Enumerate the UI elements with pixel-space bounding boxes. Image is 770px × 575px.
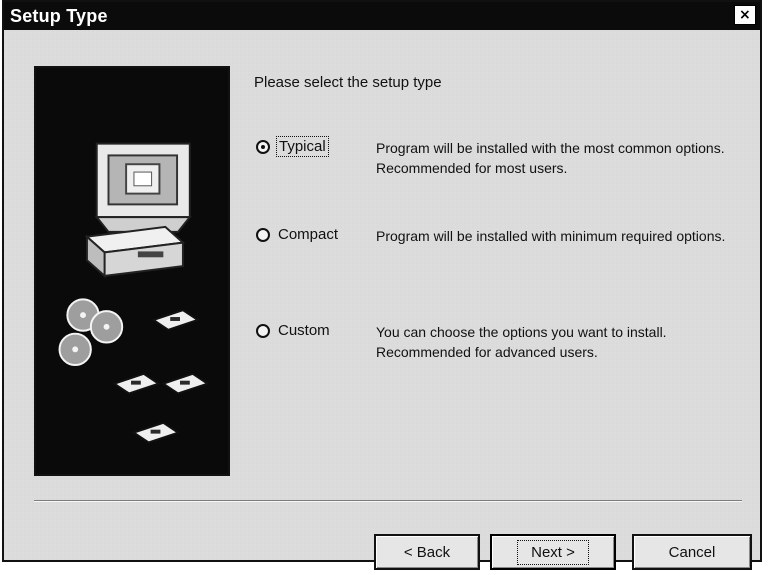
compact-label[interactable]: Compact [278,226,338,243]
option-compact[interactable]: Compact Program will be installed with m… [256,226,756,280]
option-typical[interactable]: Typical Program will be installed with t… [256,136,756,192]
option-custom[interactable]: Custom You can choose the options you wa… [256,322,756,376]
next-button[interactable]: Next > [490,534,616,570]
compact-radio[interactable] [256,228,270,242]
back-button[interactable]: < Back [374,534,480,570]
typical-description: Program will be installed with the most … [376,140,725,176]
computer-and-disks-icon [36,70,228,472]
typical-label[interactable]: Typical [276,136,329,157]
cancel-button[interactable]: Cancel [632,534,752,570]
setup-type-prompt: Please select the setup type [254,74,442,91]
cancel-button-label: Cancel [668,543,716,561]
dialog-titlebar: Setup Type × [4,2,760,30]
back-button-label: < Back [403,543,451,561]
custom-radio[interactable] [256,324,270,338]
typical-radio[interactable] [256,140,270,154]
close-icon: × [739,7,751,23]
close-button[interactable]: × [734,5,756,25]
dialog-content: Please select the setup type Typical Pro… [4,30,760,570]
custom-label[interactable]: Custom [278,322,330,339]
dialog-divider [34,500,742,502]
dialog-title: Setup Type [10,5,108,26]
next-button-label: Next > [517,539,589,565]
custom-description: You can choose the options you want to i… [376,324,667,360]
setup-illustration [34,66,230,476]
setup-type-dialog: Setup Type × Please select the setup typ… [2,0,762,570]
compact-description: Program will be installed with minimum r… [376,228,726,244]
